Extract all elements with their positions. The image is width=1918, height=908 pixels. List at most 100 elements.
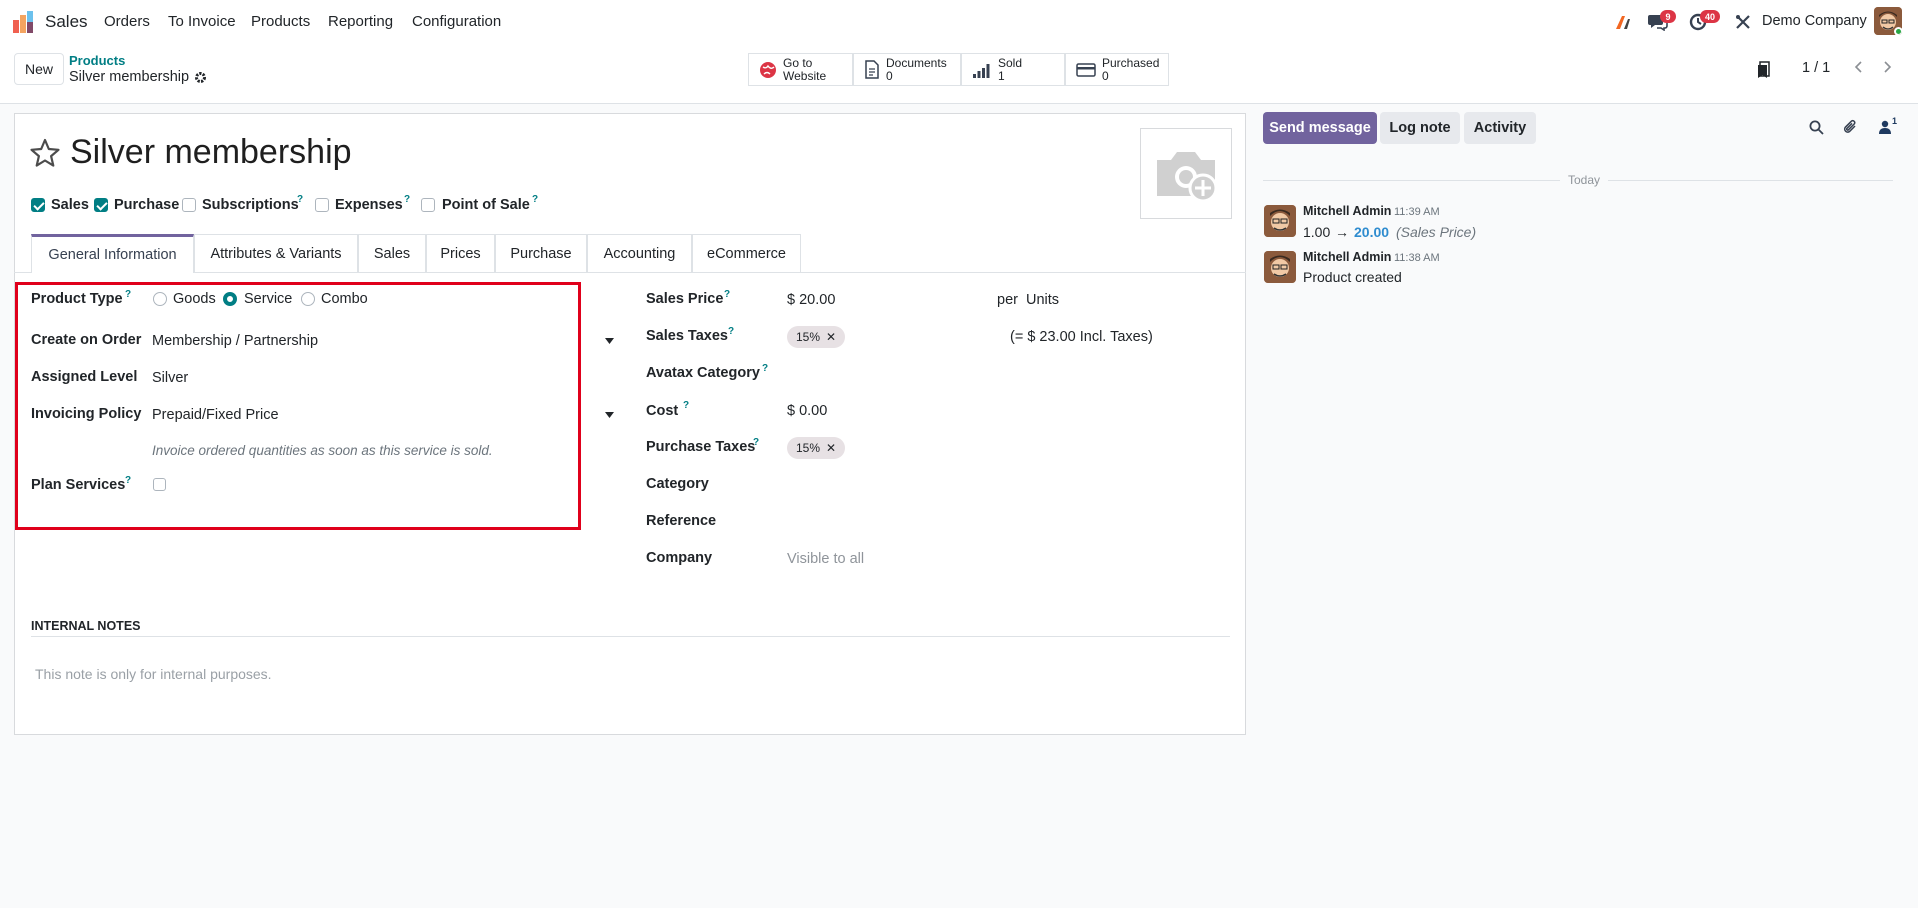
sales-taxes-help-icon[interactable]: ?: [728, 326, 734, 337]
cost-input[interactable]: $ 0.00: [787, 403, 827, 419]
menu-reporting[interactable]: Reporting: [328, 13, 393, 30]
breadcrumb-products[interactable]: Products: [69, 53, 125, 68]
credit-card-icon: [1076, 62, 1096, 77]
assigned-level-label: Assigned Level: [31, 369, 138, 385]
tab-general-information[interactable]: General Information: [31, 234, 194, 273]
subscriptions-checkbox[interactable]: [182, 198, 196, 212]
paperclip-icon[interactable]: [1843, 119, 1858, 135]
sales-price-help-icon[interactable]: ?: [724, 289, 730, 300]
purchase-tax-tag-label: 15%: [796, 441, 821, 455]
activity-button[interactable]: Activity: [1464, 112, 1536, 144]
message-author[interactable]: Mitchell Admin: [1303, 204, 1391, 218]
sold-button[interactable]: Sold 1: [961, 53, 1065, 86]
smart-button-value: Website: [783, 68, 827, 83]
sales-tax-tag[interactable]: 15% ✕: [787, 326, 846, 348]
record-icon[interactable]: [1757, 61, 1771, 79]
cost-help-icon[interactable]: ?: [683, 400, 689, 411]
followers-icon[interactable]: [1879, 120, 1891, 134]
documents-button[interactable]: Documents 0: [853, 53, 961, 86]
favorite-star-icon[interactable]: [29, 137, 61, 169]
app-title[interactable]: Sales: [45, 12, 88, 32]
internal-notes-input[interactable]: This note is only for internal purposes.: [35, 666, 272, 682]
search-icon[interactable]: [1809, 120, 1824, 135]
invoicing-policy-label: Invoicing Policy: [31, 406, 142, 422]
create-on-order-select[interactable]: Membership / Partnership: [152, 333, 318, 349]
menu-orders[interactable]: Orders: [104, 13, 150, 30]
purchase-option-label: Purchase: [114, 197, 180, 213]
tab-accounting[interactable]: Accounting: [587, 234, 692, 272]
company-switcher[interactable]: Demo Company: [1762, 13, 1867, 29]
pager-next-button[interactable]: [1874, 52, 1902, 82]
chevron-right-icon: [1884, 61, 1892, 73]
purchased-button[interactable]: Purchased 0: [1065, 53, 1169, 86]
point-of-sale-help-icon[interactable]: ?: [532, 194, 538, 205]
tab-prices[interactable]: Prices: [426, 234, 495, 272]
tab-ecommerce[interactable]: eCommerce: [692, 234, 801, 272]
goods-radio-label: Goods: [173, 291, 216, 307]
tracking-old-value: 1.00: [1303, 224, 1331, 240]
service-radio[interactable]: [223, 292, 237, 306]
close-icon[interactable]: ✕: [826, 441, 836, 455]
close-icon[interactable]: ✕: [826, 330, 836, 344]
pager-value[interactable]: 1 / 1: [1802, 60, 1830, 76]
subscriptions-help-icon[interactable]: ?: [297, 194, 303, 205]
new-button[interactable]: New: [14, 53, 64, 85]
log-note-button[interactable]: Log note: [1380, 112, 1460, 144]
plan-services-help-icon[interactable]: ?: [125, 475, 131, 486]
point-of-sale-checkbox[interactable]: [421, 198, 435, 212]
company-select[interactable]: Visible to all: [787, 551, 864, 567]
avatax-category-help-icon[interactable]: ?: [762, 363, 768, 374]
gear-icon[interactable]: [194, 71, 207, 84]
message-time: 11:39 AM: [1394, 206, 1440, 218]
combo-radio-label: Combo: [321, 291, 368, 307]
menu-products[interactable]: Products: [251, 13, 310, 30]
tab-sales[interactable]: Sales: [358, 234, 426, 272]
caret-down-icon[interactable]: [605, 412, 614, 418]
uom-select[interactable]: Units: [1026, 292, 1059, 308]
followers-count: 1: [1892, 116, 1898, 126]
sales-price-input[interactable]: $ 20.00: [787, 292, 835, 308]
plan-services-checkbox[interactable]: [153, 478, 166, 491]
combo-radio[interactable]: [301, 292, 315, 306]
message-author-avatar[interactable]: [1264, 251, 1296, 283]
send-message-button[interactable]: Send message: [1263, 112, 1377, 144]
plan-services-label: Plan Services: [31, 477, 126, 493]
product-type-help-icon[interactable]: ?: [125, 289, 131, 300]
menu-configuration[interactable]: Configuration: [412, 13, 501, 30]
chevron-left-icon: [1854, 61, 1862, 73]
user-avatar[interactable]: [1874, 7, 1902, 35]
product-type-label: Product Type: [31, 291, 123, 307]
go-to-website-button[interactable]: Go to Website: [748, 53, 853, 86]
message-author[interactable]: Mitchell Admin: [1303, 250, 1391, 264]
assigned-level-value[interactable]: Silver: [152, 370, 188, 386]
tools-icon[interactable]: [1735, 14, 1751, 30]
create-on-order-label: Create on Order: [31, 332, 142, 348]
sales-app-icon[interactable]: [12, 11, 36, 33]
smart-button-value: 0: [886, 68, 893, 83]
internal-notes-title: INTERNAL NOTES: [31, 619, 141, 633]
sales-taxes-label: Sales Taxes: [646, 328, 728, 344]
caret-down-icon[interactable]: [605, 338, 614, 344]
tab-attributes-variants[interactable]: Attributes & Variants: [194, 234, 358, 272]
purchase-taxes-help-icon[interactable]: ?: [753, 437, 759, 448]
message-author-avatar[interactable]: [1264, 205, 1296, 237]
avatax-icon[interactable]: [1615, 13, 1633, 31]
message-body: Product created: [1303, 269, 1402, 285]
product-image-upload[interactable]: [1140, 128, 1232, 219]
expenses-help-icon[interactable]: ?: [404, 194, 410, 205]
incl-taxes-text: (= $ 23.00 Incl. Taxes): [1010, 329, 1153, 345]
menu-to-invoice[interactable]: To Invoice: [168, 13, 236, 30]
message-time: 11:38 AM: [1394, 252, 1440, 264]
category-label: Category: [646, 476, 709, 492]
product-name-input[interactable]: Silver membership: [70, 133, 352, 172]
pager-previous-button[interactable]: [1844, 52, 1872, 82]
purchase-tax-tag[interactable]: 15% ✕: [787, 437, 846, 459]
expenses-checkbox[interactable]: [315, 198, 329, 212]
purchase-checkbox[interactable]: [94, 198, 108, 212]
goods-radio[interactable]: [153, 292, 167, 306]
invoicing-policy-select[interactable]: Prepaid/Fixed Price: [152, 407, 279, 423]
sales-price-label: Sales Price: [646, 291, 724, 307]
tab-purchase[interactable]: Purchase: [495, 234, 587, 272]
smart-button-label: Purchased: [1102, 55, 1160, 70]
sales-checkbox[interactable]: [31, 198, 45, 212]
